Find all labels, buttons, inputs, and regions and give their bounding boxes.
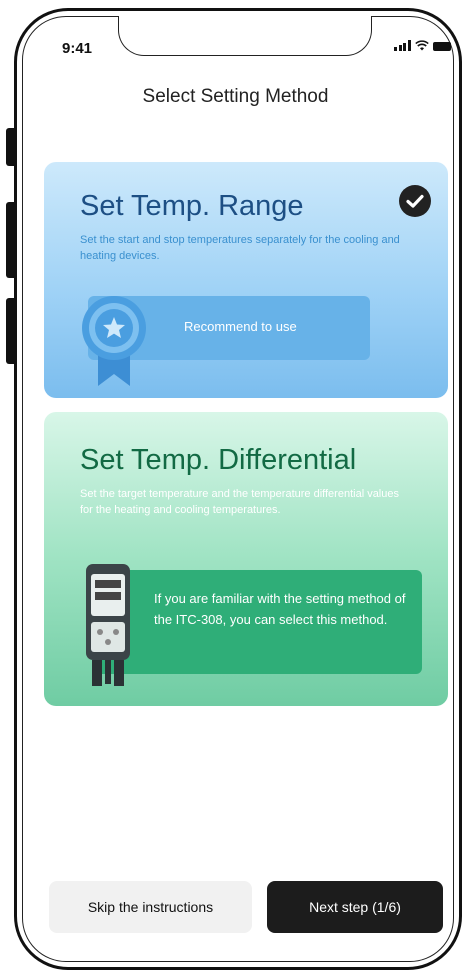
option-card-temp-differential[interactable]: Set Temp. Differential Set the target te… xyxy=(44,412,448,706)
option-card-temp-range[interactable]: Set Temp. Range Set the start and stop t… xyxy=(44,162,448,398)
skip-instructions-button[interactable]: Skip the instructions xyxy=(49,881,252,933)
battery-icon xyxy=(432,42,451,51)
volume-up-button xyxy=(6,202,14,278)
option-description-temp-differential: Set the target temperature and the tempe… xyxy=(80,488,399,516)
thermostat-controller-icon xyxy=(86,564,130,686)
signal-icon xyxy=(394,40,411,51)
page-title: Select Setting Method xyxy=(142,86,329,107)
checkmark-icon xyxy=(399,185,431,217)
ribbon-star-badge-icon xyxy=(82,296,146,386)
legacy-method-text: If you are familiar with the setting met… xyxy=(154,591,406,627)
mute-switch xyxy=(6,128,14,166)
option-title-temp-range: Set Temp. Range xyxy=(80,190,304,222)
option-title-temp-differential: Set Temp. Differential xyxy=(80,444,357,476)
next-step-button[interactable]: Next step (1/6) xyxy=(267,881,443,933)
option-description-temp-range: Set the start and stop temperatures sepa… xyxy=(80,234,400,262)
status-time: 9:41 xyxy=(62,40,93,57)
wifi-icon xyxy=(414,40,429,51)
phone-notch xyxy=(118,16,372,56)
status-icons xyxy=(394,40,451,51)
volume-down-button xyxy=(6,298,14,364)
recommend-label: Recommend to use xyxy=(184,319,297,334)
